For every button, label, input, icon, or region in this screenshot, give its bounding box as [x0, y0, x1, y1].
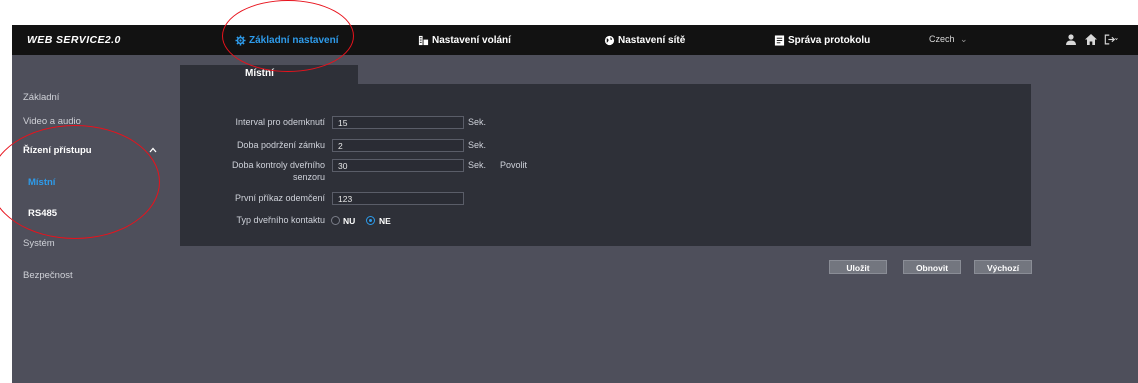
- logout-icon[interactable]: [1104, 33, 1118, 46]
- default-button[interactable]: Výchozí: [974, 260, 1032, 274]
- sidebar-item-system[interactable]: Systém: [23, 238, 55, 249]
- sidebar-item-basic[interactable]: Základní: [23, 92, 59, 103]
- unlock-interval-label: Interval pro odemknutí: [235, 117, 325, 127]
- radio-ne[interactable]: [366, 216, 375, 225]
- door-contact-label: Typ dveřního kontaktu: [236, 215, 325, 225]
- top-bar: WEB SERVICE2.0 Základní nastavení Nastav…: [12, 25, 1138, 55]
- nav-call-settings[interactable]: Nastavení volání: [418, 31, 511, 49]
- logo: WEB SERVICE2.0: [27, 34, 121, 46]
- sidebar-item-rs485[interactable]: RS485: [28, 208, 57, 219]
- gear-icon: [235, 34, 246, 46]
- chevron-up-icon[interactable]: [149, 147, 157, 153]
- nav-network-settings[interactable]: Nastavení sítě: [604, 31, 685, 49]
- save-button[interactable]: Uložit: [829, 260, 887, 274]
- door-sensor-unit: Sek.: [468, 160, 487, 170]
- nav-label: Nastavení sítě: [618, 34, 686, 46]
- sidebar-item-video-audio[interactable]: Video a audio: [23, 116, 81, 127]
- unlock-interval-input[interactable]: 15: [332, 116, 464, 129]
- door-sensor-label-line1: Doba kontroly dveřního: [231, 160, 325, 170]
- language-value: Czech: [929, 34, 955, 44]
- user-icon[interactable]: [1064, 33, 1078, 46]
- nav-log-management[interactable]: Správa protokolu: [774, 31, 870, 49]
- lock-hold-input[interactable]: 2: [332, 139, 464, 152]
- nav-label: Správa protokolu: [788, 34, 871, 46]
- tab-label: Místní: [245, 68, 274, 79]
- first-unlock-input[interactable]: 123: [332, 192, 464, 205]
- home-icon[interactable]: [1084, 33, 1098, 46]
- radio-nu[interactable]: [331, 216, 340, 225]
- refresh-button[interactable]: Obnovit: [903, 260, 961, 274]
- building-icon: [418, 35, 429, 45]
- globe-icon: [604, 35, 615, 45]
- nav-label: Základní nastavení: [249, 34, 339, 46]
- first-unlock-label: První příkaz odemčení: [234, 193, 325, 203]
- language-select[interactable]: Czech ⌄: [929, 34, 968, 45]
- sidebar-item-security[interactable]: Bezpečnost: [23, 270, 73, 281]
- door-sensor-label-line2: senzoru: [292, 172, 325, 182]
- chevron-down-icon: ⌄: [960, 34, 968, 44]
- lock-hold-label: Doba podržení zámku: [236, 140, 325, 150]
- nav-label: Nastavení volání: [432, 34, 511, 46]
- unlock-interval-unit: Sek.: [468, 117, 487, 127]
- nav-basic-settings[interactable]: Základní nastavení: [235, 31, 338, 49]
- radio-ne-label: NE: [379, 216, 391, 226]
- sidebar-item-access-control[interactable]: Řízení přístupu: [23, 145, 92, 156]
- sidebar-item-local[interactable]: Místní: [28, 177, 55, 188]
- door-sensor-input[interactable]: 30: [332, 159, 464, 172]
- door-sensor-enable[interactable]: Povolit: [500, 160, 527, 170]
- radio-nu-label: NU: [343, 216, 356, 226]
- lock-hold-unit: Sek.: [468, 140, 487, 150]
- document-icon: [774, 34, 785, 46]
- tab-local[interactable]: Místní: [180, 65, 358, 85]
